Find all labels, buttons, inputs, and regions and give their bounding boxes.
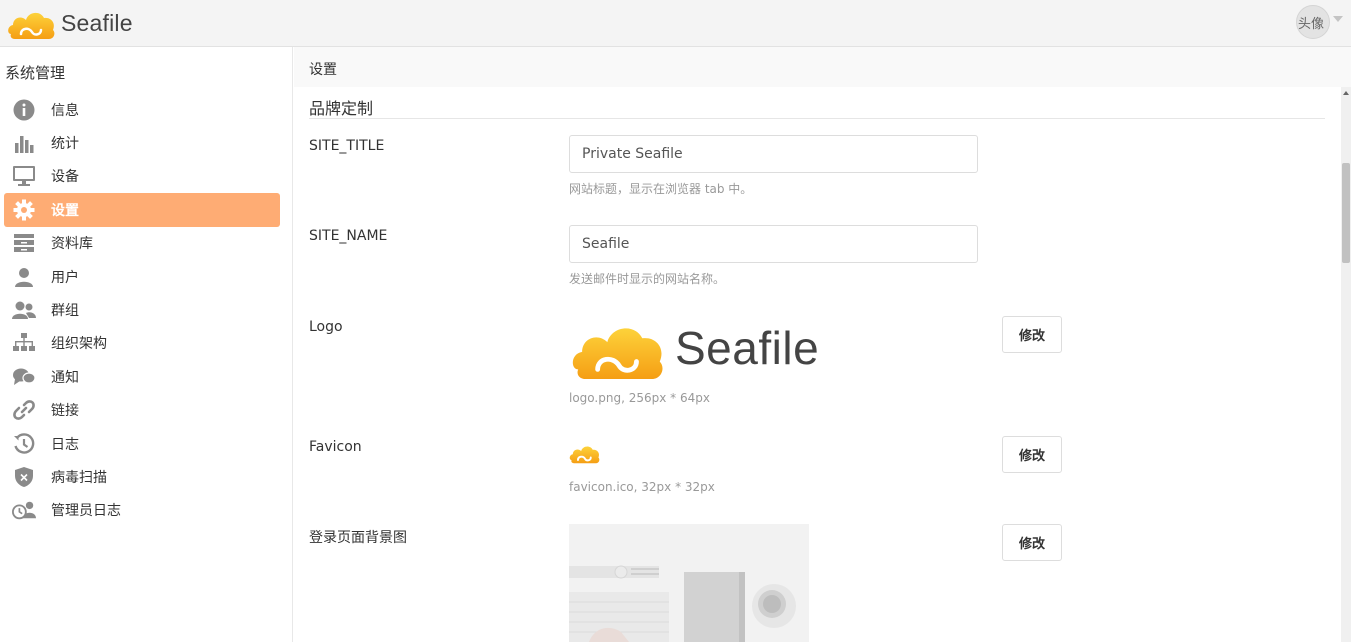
site-title-help: 网站标题，显示在浏览器 tab 中。 [569,182,753,196]
sidebar-item-label: 设备 [51,169,79,186]
link-icon [12,398,36,422]
sidebar-heading: 系统管理 [5,64,66,82]
seafile-cloud-icon [572,328,663,380]
caret-down-icon[interactable] [1333,16,1343,22]
sidebar-item-label: 管理员日志 [51,503,121,520]
site-name-label: SITE_NAME [309,228,388,244]
sidebar-item-label: 链接 [51,403,79,420]
sidebar-item-label: 组织架构 [51,336,107,353]
site-name-help: 发送邮件时显示的网站名称。 [569,272,726,286]
site-name-input[interactable] [569,225,978,263]
admin-sidebar: 系统管理 信息 统计 设备 设置 资料库 用户 群组 组织架构 通知 链接 日志… [0,47,293,642]
sidebar-item-label: 信息 [51,102,79,119]
avatar-alt-text: 头像 [1298,17,1325,32]
login-bg-label: 登录页面背景图 [309,530,407,546]
change-logo-button[interactable]: 修改 [1002,316,1062,353]
org-chart-icon [12,331,36,355]
sidebar-item-virus-scan[interactable]: 病毒扫描 [4,460,280,493]
sidebar-item-label: 用户 [51,269,79,286]
sidebar-item-groups[interactable]: 群组 [4,293,280,326]
sidebar-item-logs[interactable]: 日志 [4,427,280,460]
virus-shield-icon [12,465,36,489]
sidebar-item-label: 日志 [51,436,79,453]
site-title-label: SITE_TITLE [309,138,385,154]
sidebar-item-users[interactable]: 用户 [4,260,280,293]
desk-photo-image [569,524,809,642]
notification-icon [12,365,36,389]
sidebar-item-departments[interactable]: 组织架构 [4,327,280,360]
sidebar-item-notifications[interactable]: 通知 [4,360,280,393]
sidebar-item-label: 病毒扫描 [51,469,107,486]
logo-preview-image: Seafile [569,313,819,383]
scrollbar-thumb[interactable] [1342,163,1350,263]
main-header: 设置 [294,47,1351,87]
info-icon [12,98,36,122]
scroll-up-arrow-icon[interactable] [1343,91,1349,95]
seafile-favicon-icon [569,446,600,464]
top-header: Seafile 头像 [0,0,1351,47]
favicon-file-info: favicon.ico, 32px * 32px [569,480,715,494]
section-divider [309,118,1325,119]
change-favicon-button[interactable]: 修改 [1002,436,1062,473]
favicon-preview-image [569,442,601,468]
bar-chart-icon [12,131,36,155]
sidebar-item-links[interactable]: 链接 [4,394,280,427]
logo-label: Logo [309,319,343,335]
page-title: 设置 [309,62,337,78]
sidebar-item-admin-logs[interactable]: 管理员日志 [4,494,280,527]
change-login-background-button[interactable]: 修改 [1002,524,1062,561]
sidebar-item-info[interactable]: 信息 [4,93,280,126]
favicon-label: Favicon [309,439,362,455]
sidebar-item-label: 通知 [51,369,79,386]
sidebar-item-devices[interactable]: 设备 [4,160,280,193]
library-icon [12,231,36,255]
sidebar-item-statistics[interactable]: 统计 [4,126,280,159]
sidebar-item-label: 群组 [51,303,79,320]
history-icon [12,432,36,456]
sidebar-nav: 信息 统计 设备 设置 资料库 用户 群组 组织架构 通知 链接 日志 病毒扫描… [4,93,280,527]
brand-logo[interactable]: Seafile [7,6,133,40]
sidebar-item-label: 设置 [51,202,79,219]
monitor-icon [12,164,36,188]
group-icon [12,298,36,322]
sidebar-item-label: 资料库 [51,236,93,253]
seafile-cloud-icon [8,12,55,39]
logo-file-info: logo.png, 256px * 64px [569,391,710,405]
user-icon [12,265,36,289]
login-background-preview-image [569,524,809,642]
site-title-input[interactable] [569,135,978,173]
sidebar-item-label: 统计 [51,136,79,153]
sidebar-item-libraries[interactable]: 资料库 [4,227,280,260]
logo-preview-text: Seafile [675,322,820,374]
gear-icon [12,198,36,222]
section-title: 品牌定制 [309,99,374,118]
sidebar-item-settings[interactable]: 设置 [4,193,280,227]
brand-name: Seafile [61,9,133,36]
admin-log-icon [12,498,36,522]
